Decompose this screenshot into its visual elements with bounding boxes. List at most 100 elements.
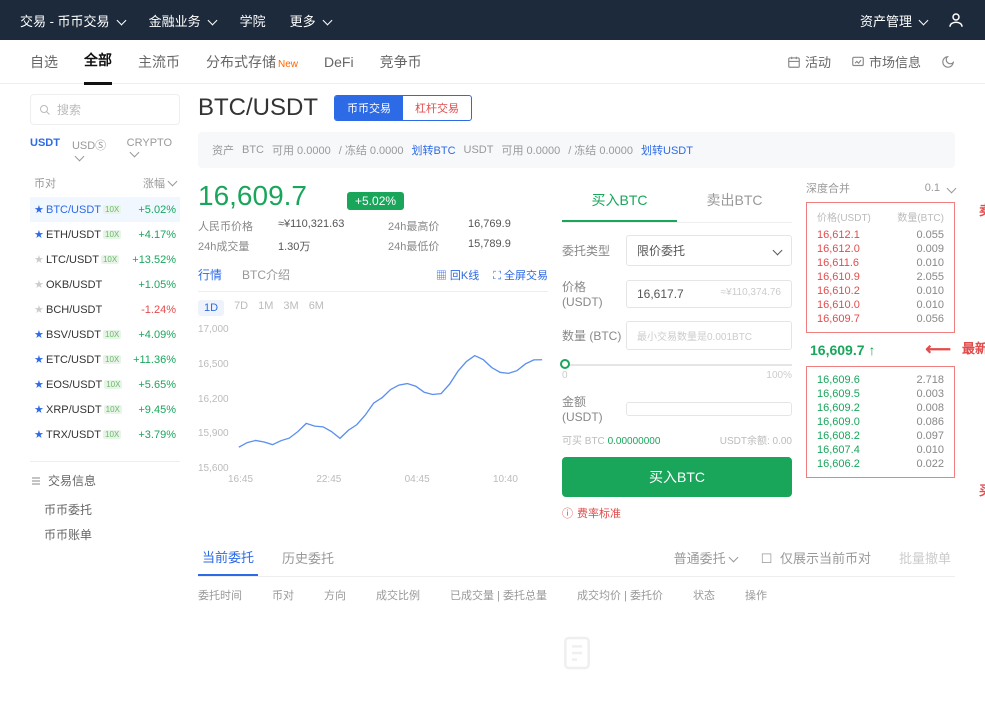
depth-label: 深度合并 <box>806 180 850 196</box>
category-tab-3[interactable]: 分布式存储New <box>206 40 298 84</box>
pair-row[interactable]: ★ BCH/USDT -1.24% <box>30 297 180 322</box>
btn-kline[interactable]: ▦ 回K线 <box>436 267 479 283</box>
search-input[interactable]: 搜索 <box>30 94 180 125</box>
orders-section: 当前委托 历史委托 普通委托 ☐ 仅展示当前币对 批量撤单 委托时间币对方向成交… <box>198 539 955 696</box>
tab-margin[interactable]: 杠杆交易 <box>403 96 471 120</box>
pair-row[interactable]: ★ BSV/USDT10X +4.09% <box>30 322 180 347</box>
category-tab-2[interactable]: 主流币 <box>138 40 180 84</box>
bid-row[interactable]: 16,606.20.022 <box>813 457 948 471</box>
bid-row[interactable]: 16,609.20.008 <box>813 401 948 415</box>
ask-row[interactable]: 16,610.92.055 <box>813 270 948 284</box>
quote-tab-usdt[interactable]: USDT <box>30 137 60 165</box>
col-pair: 币对 <box>34 175 56 191</box>
tab-buy[interactable]: 买入BTC <box>562 180 677 222</box>
pair-row[interactable]: ★ ETH/USDT10X +4.17% <box>30 222 180 247</box>
star-icon[interactable]: ★ <box>34 228 46 241</box>
ask-row[interactable]: 16,609.70.056 <box>813 312 948 326</box>
bid-row[interactable]: 16,607.40.010 <box>813 443 948 457</box>
fee-schedule-link[interactable]: ⓘ 费率标准 <box>562 505 792 521</box>
star-icon[interactable]: ★ <box>34 278 46 291</box>
ask-row[interactable]: 16,612.00.009 <box>813 242 948 256</box>
theme-toggle-icon[interactable] <box>941 55 955 69</box>
pair-row[interactable]: ★ XRP/USDT10X +9.45% <box>30 397 180 422</box>
nav-academy[interactable]: 学院 <box>240 11 266 30</box>
ask-row[interactable]: 16,612.10.055 <box>813 228 948 242</box>
pair-row[interactable]: ★ ETC/USDT10X +11.36% <box>30 347 180 372</box>
price-chart[interactable]: 17,00016,50016,20015,90015,600 <box>198 324 548 474</box>
batch-cancel-button[interactable]: 批量撤单 <box>895 540 955 575</box>
orderbook: 深度合并 0.1 价格(USDT)数量(BTC) 16,612.10.05516… <box>806 180 955 521</box>
link-spot-orders[interactable]: 币币委托 <box>30 497 180 522</box>
star-icon[interactable]: ★ <box>34 253 46 266</box>
only-current-pair-checkbox[interactable]: ☐ 仅展示当前币对 <box>757 540 879 575</box>
nav-finance[interactable]: 金融业务 <box>149 11 216 30</box>
timeframe-3M[interactable]: 3M <box>283 300 298 316</box>
star-icon[interactable]: ★ <box>34 328 46 341</box>
ann-bids: 买盘 <box>979 480 985 499</box>
bid-row[interactable]: 16,608.20.097 <box>813 429 948 443</box>
category-tab-1[interactable]: 全部 <box>84 38 112 85</box>
buy-button[interactable]: 买入BTC <box>562 457 792 497</box>
depth-step-select[interactable]: 0.1 <box>925 180 955 196</box>
ann-last: 最新成交价 <box>962 338 985 357</box>
tab-intro[interactable]: BTC介绍 <box>242 266 290 283</box>
user-icon[interactable] <box>947 11 965 29</box>
quote-tab-usds[interactable]: USDⓈ <box>72 137 115 165</box>
timeframe-6M[interactable]: 6M <box>309 300 324 316</box>
transfer-usdt-link[interactable]: 划转USDT <box>641 142 693 158</box>
amount-input[interactable] <box>626 402 792 416</box>
amount-slider[interactable] <box>562 364 792 366</box>
quote-tab-crypto[interactable]: CRYPTO <box>127 137 180 165</box>
timeframe-1D[interactable]: 1D <box>198 300 224 316</box>
pair-row[interactable]: ★ OKB/USDT +1.05% <box>30 272 180 297</box>
pair-row[interactable]: ★ EOS/USDT10X +5.65% <box>30 372 180 397</box>
link-spot-ledger[interactable]: 币币账单 <box>30 522 180 547</box>
ask-row[interactable]: 16,611.60.010 <box>813 256 948 270</box>
trade-info-header: 交易信息 <box>30 472 180 489</box>
pair-row[interactable]: ★ LTC/USDT10X +13.52% <box>30 247 180 272</box>
btn-fullscreen[interactable]: ⛶ 全屏交易 <box>493 267 548 283</box>
category-nav: 自选全部主流币分布式存储New DeFi 竞争币 活动 市场信息 <box>0 40 985 84</box>
tab-sell[interactable]: 卖出BTC <box>677 180 792 222</box>
bid-row[interactable]: 16,609.00.086 <box>813 415 948 429</box>
trade-type-tabs: 币币交易 杠杆交易 <box>334 95 472 121</box>
bid-row[interactable]: 16,609.50.003 <box>813 387 948 401</box>
ask-row[interactable]: 16,610.00.010 <box>813 298 948 312</box>
pair-row[interactable]: ★ BTC/USDT10X +5.02% <box>30 197 180 222</box>
ann-asks: 卖盘 <box>979 200 985 219</box>
nav-assets[interactable]: 资产管理 <box>860 11 927 30</box>
tab-open-orders[interactable]: 当前委托 <box>198 539 258 576</box>
order-filter-select[interactable]: 普通委托 <box>670 540 741 575</box>
star-icon[interactable]: ★ <box>34 303 46 316</box>
bid-row[interactable]: 16,609.62.718 <box>813 373 948 387</box>
price-input[interactable]: 16,617.7≈¥110,374.76 <box>626 280 792 308</box>
asset-bar: 资产 BTC 可用 0.0000 / 冻结 0.0000 划转BTC USDT … <box>198 132 955 168</box>
nav-more[interactable]: 更多 <box>290 11 331 30</box>
category-tab-0[interactable]: 自选 <box>30 40 58 84</box>
transfer-btc-link[interactable]: 划转BTC <box>412 142 456 158</box>
market-sidebar: 搜索 USDT USDⓈ CRYPTO 币对 涨幅 ★ BTC/USDT10X … <box>30 94 180 696</box>
star-icon[interactable]: ★ <box>34 203 46 216</box>
ask-row[interactable]: 16,610.20.010 <box>813 284 948 298</box>
star-icon[interactable]: ★ <box>34 403 46 416</box>
category-tab-5[interactable]: 竞争币 <box>380 40 422 84</box>
orderbook-last-price: 16,609.7↑⟵ <box>806 333 955 366</box>
change-badge: +5.02% <box>347 192 404 210</box>
pair-row[interactable]: ★ TRX/USDT10X +3.79% <box>30 422 180 447</box>
col-change[interactable]: 涨幅 <box>143 175 176 191</box>
order-type-select[interactable]: 限价委托 <box>626 235 792 266</box>
timeframe-7D[interactable]: 7D <box>234 300 248 316</box>
nav-trade[interactable]: 交易 - 币币交易 <box>20 11 125 30</box>
timeframe-1M[interactable]: 1M <box>258 300 273 316</box>
category-tab-4[interactable]: DeFi <box>324 42 354 82</box>
tab-quote[interactable]: 行情 <box>198 266 222 283</box>
qty-input[interactable]: 最小交易数量是0.001BTC <box>626 321 792 350</box>
tab-spot[interactable]: 币币交易 <box>335 96 403 120</box>
nav-activity[interactable]: 活动 <box>787 52 831 71</box>
star-icon[interactable]: ★ <box>34 378 46 391</box>
star-icon[interactable]: ★ <box>34 428 46 441</box>
tab-order-history[interactable]: 历史委托 <box>278 540 338 575</box>
nav-market-info[interactable]: 市场信息 <box>851 52 921 71</box>
star-icon[interactable]: ★ <box>34 353 46 366</box>
list-icon <box>30 475 42 487</box>
